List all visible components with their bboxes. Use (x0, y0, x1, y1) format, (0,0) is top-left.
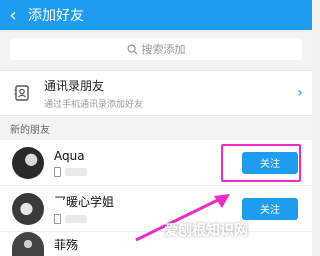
search-icon (126, 43, 138, 55)
app-header: ‹ 添加好友 (0, 0, 312, 30)
friend-name: Aqua (54, 148, 85, 163)
chevron-right-icon: › (297, 85, 303, 101)
blurred-text (65, 167, 87, 176)
search-placeholder: 搜索添加 (141, 43, 186, 56)
phone-icon (54, 214, 61, 224)
page-title: 添加好友 (28, 8, 84, 24)
watermark: 爱刨根知识网 (164, 223, 248, 239)
contacts-friends-item[interactable]: 通讯录朋友 通过手机通讯录添加好友 › (0, 70, 312, 116)
avatar (12, 192, 44, 225)
contacts-subtitle: 通过手机通讯录添加好友 (44, 99, 144, 110)
section-title: 新的朋友 (0, 116, 312, 140)
friend-name: 乛暖心学姐 (54, 195, 115, 209)
avatar (12, 232, 44, 256)
chevron-left-icon[interactable]: ‹ (0, 0, 26, 30)
contacts-book-icon (0, 84, 44, 102)
phone-icon (54, 166, 61, 177)
friend-row[interactable]: 乛暖心学姐 关注 (0, 186, 312, 232)
avatar (12, 146, 44, 179)
friend-row[interactable]: 菲殇 (0, 232, 312, 256)
blurred-text (65, 215, 87, 223)
follow-button[interactable]: 关注 (242, 197, 298, 220)
search-area: 搜索添加 (0, 30, 312, 70)
search-input[interactable]: 搜索添加 (10, 38, 302, 60)
follow-button[interactable]: 关注 (242, 151, 298, 174)
contacts-title: 通讯录朋友 (44, 78, 105, 93)
friend-row[interactable]: Aqua 关注 (0, 140, 312, 186)
